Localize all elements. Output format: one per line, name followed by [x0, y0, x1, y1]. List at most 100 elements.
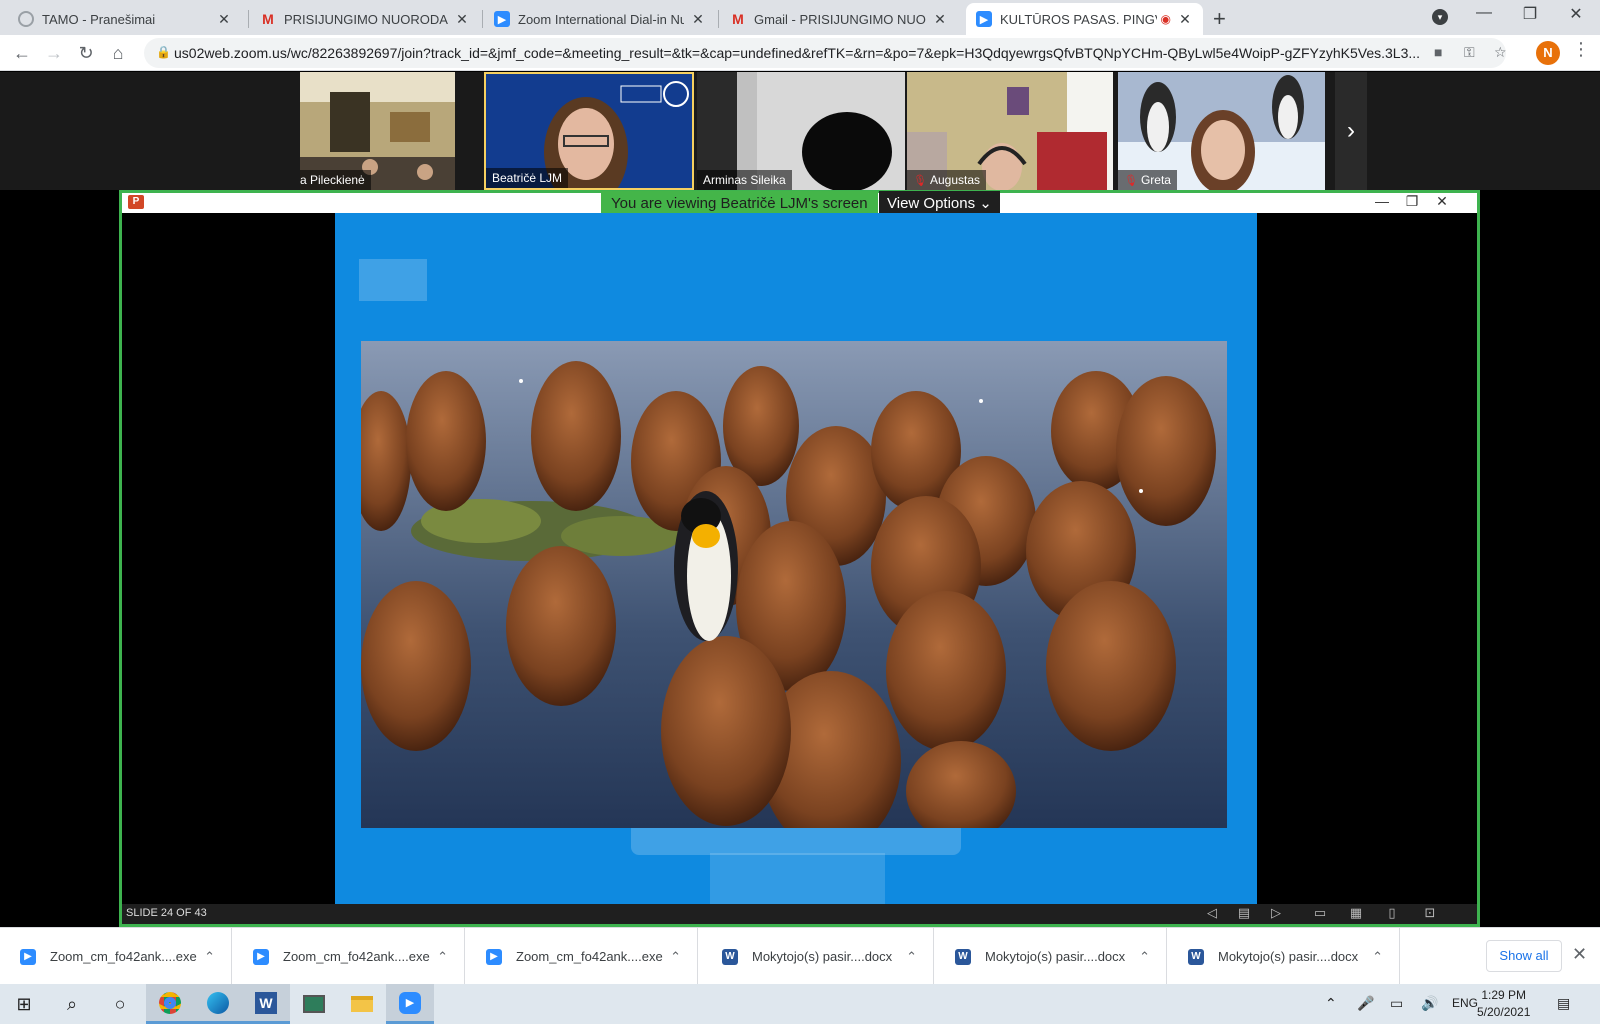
close-downloads-icon[interactable]: ✕ [1572, 944, 1587, 965]
tab-title: Zoom International Dial-in Numb [518, 11, 684, 27]
close-tab-icon[interactable]: ✕ [216, 11, 232, 28]
chevron-up-icon[interactable]: ⌃ [906, 949, 917, 965]
key-icon[interactable]: ⚿ [1464, 44, 1475, 61]
word-file-icon: W [955, 948, 971, 965]
news-app-icon[interactable] [290, 984, 338, 1024]
back-icon[interactable]: ← [11, 42, 33, 64]
download-item[interactable]: ▶ Zoom_cm_fo42ank....exe ⌃ [0, 928, 232, 985]
participant-name-label: Arminas Sileika [697, 170, 792, 190]
tab-separator [718, 10, 719, 28]
browser-tab-kulturos-pasas[interactable]: ▶ KULTŪROS PASAS. PINGVINA ◉ ✕ [966, 3, 1203, 35]
cortana-icon[interactable]: ○ [96, 984, 144, 1024]
slide-decoration [359, 259, 427, 301]
browser-menu-icon[interactable]: ⋮ [1572, 39, 1590, 60]
reading-view-icon[interactable]: ▯ [1382, 905, 1402, 921]
download-filename: Mokytojo(s) pasir....docx [752, 949, 893, 964]
chevron-up-icon[interactable]: ⌃ [204, 949, 215, 965]
bookmark-star-icon[interactable]: ☆ [1494, 44, 1507, 61]
next-participants-chevron-icon[interactable]: › [1335, 72, 1367, 190]
download-item[interactable]: ▶ Zoom_cm_fo42ank....exe ⌃ [233, 928, 465, 985]
penguin-chicks-photo [361, 341, 1227, 828]
show-hidden-icons-chevron-icon[interactable]: ⌃ [1325, 995, 1337, 1012]
chevron-up-icon[interactable]: ⌃ [1139, 949, 1150, 965]
edge-icon[interactable] [194, 984, 242, 1024]
chevron-down-icon: ⌄ [979, 195, 992, 212]
browser-tab-tamo[interactable]: TAMO - Pranešimai ✕ [8, 3, 242, 35]
browser-tab-gmail[interactable]: M Gmail - PRISIJUNGIMO NUOROD ✕ [720, 3, 958, 35]
normal-view-icon[interactable]: ▭ [1310, 905, 1330, 921]
reload-icon[interactable]: ↻ [75, 42, 97, 64]
lock-icon[interactable]: 🔒 [156, 45, 171, 59]
share-restore-icon[interactable]: ❐ [1400, 193, 1424, 210]
profile-avatar[interactable]: N [1536, 41, 1560, 65]
network-icon[interactable]: ▭ [1390, 995, 1403, 1012]
notifications-icon[interactable]: ▤ [1557, 995, 1570, 1012]
close-tab-icon[interactable]: ✕ [932, 11, 948, 28]
tab-title: TAMO - Pranešimai [42, 11, 156, 27]
tab-title: Gmail - PRISIJUNGIMO NUOROD [754, 11, 926, 27]
browser-tab-zoom-dialin[interactable]: ▶ Zoom International Dial-in Numb ✕ [484, 3, 716, 35]
restore-icon[interactable]: ❐ [1510, 4, 1550, 24]
share-minimize-icon[interactable]: — [1370, 193, 1394, 209]
input-language[interactable]: ENG [1452, 996, 1478, 1010]
system-clock[interactable]: 1:29 PM 5/20/2021 [1477, 987, 1530, 1021]
new-tab-button[interactable]: + [1213, 6, 1226, 32]
participant-video-active[interactable]: Beatričė LJM [484, 72, 694, 190]
participant-video[interactable]: Arminas Sileika [697, 72, 905, 190]
minimize-icon[interactable]: — [1464, 4, 1504, 22]
participant-name: Nida Pileckienė [300, 173, 365, 187]
browser-toolbar: ← → ↻ ⌂ 🔒 us02web.zoom.us/wc/82263892697… [0, 35, 1600, 71]
windows-start-icon[interactable]: ⊞ [0, 984, 48, 1024]
chevron-up-icon[interactable]: ⌃ [437, 949, 448, 965]
recording-icon: ◉ [1160, 12, 1171, 26]
address-bar[interactable]: 🔒 us02web.zoom.us/wc/82263892697/join?tr… [144, 38, 1507, 68]
search-icon[interactable]: ⌕ [48, 984, 96, 1024]
volume-icon[interactable]: 🔊 [1421, 995, 1438, 1012]
word-icon[interactable]: W [242, 984, 290, 1024]
share-close-icon[interactable]: ✕ [1430, 193, 1454, 210]
show-all-downloads-button[interactable]: Show all [1486, 940, 1562, 972]
participant-name-label: 🎙 Greta [1118, 170, 1177, 190]
file-explorer-icon[interactable] [338, 984, 386, 1024]
chrome-icon[interactable] [146, 984, 194, 1024]
zoom-app-icon[interactable]: ▶ [386, 984, 434, 1024]
slideshow-status-bar: SLIDE 24 OF 43 ◁ ▤ ▷ ▭ ▦ ▯ ⊡ [122, 904, 1477, 924]
chevron-up-icon[interactable]: ⌃ [670, 949, 681, 965]
participant-video[interactable]: Nida Pileckienė [300, 72, 455, 190]
participant-video[interactable]: 🎙 Greta [1118, 72, 1325, 190]
notes-icon[interactable]: ▤ [1234, 905, 1254, 921]
clock-time: 1:29 PM [1481, 988, 1527, 1002]
download-item[interactable]: W Mokytojo(s) pasir....docx ⌃ [702, 928, 934, 985]
tamo-icon [18, 11, 34, 27]
tab-search-icon[interactable]: ▾ [1432, 9, 1448, 25]
participant-strip: Nida Pileckienė Beatričė LJM Arminas Sil [0, 72, 1600, 190]
close-tab-icon[interactable]: ✕ [1177, 11, 1193, 28]
chevron-up-icon[interactable]: ⌃ [1372, 949, 1383, 965]
tab-separator [482, 10, 483, 28]
home-icon[interactable]: ⌂ [107, 42, 129, 64]
close-tab-icon[interactable]: ✕ [690, 11, 706, 28]
microphone-icon[interactable]: 🎤 [1357, 995, 1374, 1012]
download-filename: Zoom_cm_fo42ank....exe [283, 949, 430, 964]
browser-tab-strip: TAMO - Pranešimai ✕ M PRISIJUNGIMO NUORO… [0, 0, 1600, 35]
slideshow-icon[interactable]: ⊡ [1420, 905, 1440, 921]
browser-tab-prisijungimo[interactable]: M PRISIJUNGIMO NUORODA - npil ✕ [250, 3, 480, 35]
download-filename: Mokytojo(s) pasir....docx [1218, 949, 1359, 964]
next-slide-icon[interactable]: ▷ [1266, 905, 1286, 921]
camera-blocked-icon[interactable]: ■ [1434, 44, 1442, 60]
slide-counter: SLIDE 24 OF 43 [126, 907, 207, 919]
gmail-icon: M [262, 11, 274, 27]
download-item[interactable]: W Mokytojo(s) pasir....docx ⌃ [1168, 928, 1400, 985]
forward-icon[interactable]: → [43, 42, 65, 64]
url-text[interactable]: us02web.zoom.us/wc/82263892697/join?trac… [174, 45, 1424, 61]
close-tab-icon[interactable]: ✕ [454, 11, 470, 28]
zoom-file-icon: ▶ [20, 948, 36, 965]
participant-video[interactable]: 🎙 Augustas [907, 72, 1113, 190]
slide-sorter-icon[interactable]: ▦ [1346, 905, 1366, 921]
download-item[interactable]: W Mokytojo(s) pasir....docx ⌃ [935, 928, 1167, 985]
previous-slide-icon[interactable]: ◁ [1202, 905, 1222, 921]
shared-screen: P — ❐ ✕ You are viewing Beatričė LJM's s… [119, 190, 1480, 927]
tab-separator [248, 10, 249, 28]
download-item[interactable]: ▶ Zoom_cm_fo42ank....exe ⌃ [466, 928, 698, 985]
close-window-icon[interactable]: ✕ [1556, 4, 1596, 24]
